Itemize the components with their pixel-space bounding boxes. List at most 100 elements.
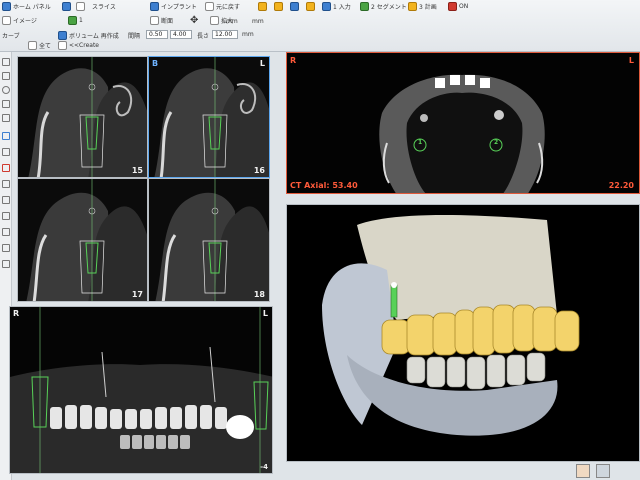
undo-icon [205,2,214,11]
axial-right-label: R [290,56,297,65]
lightbulb-icon [274,2,283,11]
erase-tool[interactable] [2,164,10,172]
image-menu[interactable]: イメージ [2,15,37,26]
undo-button[interactable]: 元に戻す [205,1,240,12]
cross-section-panel-15[interactable]: 15 [17,56,148,178]
image-icon [2,16,11,25]
unit-label-2: mm [252,18,264,25]
input-icon [322,2,331,11]
toggle-label: ON [459,3,469,10]
rotate-tool[interactable] [2,244,10,252]
curve-tool[interactable] [2,180,10,188]
mode-1-button[interactable]: 1 入力 [322,1,351,12]
all-label: 全て [39,43,52,50]
window-tool[interactable] [2,260,10,268]
monitor-icon [290,2,299,11]
folder-icon [258,2,267,11]
star-icon [306,2,315,11]
axial-view-panel[interactable]: R L CT Axial: 53.40 22.20 1 2 [286,52,640,194]
tool-button-a[interactable] [258,1,267,12]
3d-view-panel[interactable] [286,204,640,462]
panoramic-corner-label: -4 [260,463,268,471]
print-button[interactable] [76,1,85,12]
recreate-icon [58,41,67,50]
cross-section-image-17 [18,179,147,301]
pan-tool[interactable] [2,228,10,236]
mode-2-button[interactable]: 2 セグメント [360,1,407,12]
panoramic-image [10,307,272,473]
axial-ct-image [287,53,639,193]
save-button[interactable] [62,1,71,12]
cross-label: 断面 [161,18,174,25]
axial-left-label: L [628,56,634,65]
slice-button[interactable]: スライス [92,1,116,12]
annotation-tool[interactable] [2,132,10,140]
app-menu-button[interactable]: ホーム パネル [2,1,51,12]
plan-icon [408,2,417,11]
volume-label: ボリューム 再作成 [69,33,119,40]
cross-section-panel-18[interactable]: 18 [148,178,270,302]
all-button[interactable]: 全て [28,40,51,51]
segment-icon [360,2,369,11]
angle-tool[interactable] [2,114,10,122]
pointer-tool[interactable] [2,58,10,66]
power-icon [448,2,457,11]
slice-count: 1 [79,17,83,24]
implant-marker-1: 1 [418,139,423,146]
length-field[interactable]: 12.00 [212,30,238,39]
rectangle-tool[interactable] [2,100,10,108]
move-icon: ✥ [190,14,199,26]
image-label: イメージ [13,18,37,25]
recreate-button[interactable]: <<Create [58,40,99,51]
ruler-tool[interactable] [2,72,10,80]
length-label: 長さ [197,33,210,40]
side-label: L [259,59,265,68]
tool-button-c[interactable] [290,1,299,12]
slice-count-button[interactable]: 1 [68,15,83,26]
mode-3-button[interactable]: 3 計画 [408,1,437,12]
tool-button-d[interactable] [306,1,315,12]
curve-menu[interactable]: カーブ [2,30,20,41]
thumbnail-icon[interactable] [596,464,610,478]
thickness-field[interactable]: 4.00 [170,30,192,39]
implant-marker-2: 2 [494,139,499,146]
cross-section-icon [150,16,159,25]
length-unit: mm [242,31,254,38]
unit-label-1: mm [226,18,238,25]
circle-tool[interactable] [2,86,10,94]
app-icon [2,2,11,11]
cross-section-image-16 [149,57,269,177]
panoramic-view-panel[interactable]: R L -4 [9,306,273,474]
implant-icon [150,2,159,11]
main-toolbar: ホーム パネル スライス インプラント 元に戻す 1 入力 2 セグメント 3 … [0,0,640,52]
tool-button-b[interactable] [274,1,283,12]
zoom-tool[interactable] [2,212,10,220]
move-button[interactable]: ✥ [190,15,198,26]
nerve-tool[interactable] [2,196,10,204]
mode-1-label: 1 入力 [333,4,351,11]
cross-section-button[interactable]: 断面 [150,15,173,26]
toggle-button[interactable]: ON [448,1,468,12]
status-strip [286,462,640,480]
mode-2-label: 2 セグメント [371,4,407,11]
spacing-field[interactable]: 0.50 [146,30,168,39]
mode-3-label: 3 計画 [419,4,437,11]
curve-label: カーブ [2,33,20,40]
cross-section-panel-16[interactable]: B L 16 [148,56,270,178]
undo-label: 元に戻す [216,4,241,11]
text-tool[interactable] [2,148,10,156]
cross-section-image-18 [149,179,269,301]
cross-section-number: 15 [131,166,143,175]
cross-section-image-15 [18,57,147,177]
cross-section-panel-17[interactable]: 17 [17,178,148,302]
implant-button[interactable]: インプラント [150,1,197,12]
axial-position-label: CT Axial: 53.40 [290,181,358,190]
thumbnail-icon[interactable] [576,464,590,478]
cross-section-number: 18 [253,290,265,299]
slice-count-icon [68,16,77,25]
zoom-icon [210,16,219,25]
all-icon [28,41,37,50]
print-icon [76,2,85,11]
slice-label: スライス [92,4,116,11]
save-icon [62,2,71,11]
